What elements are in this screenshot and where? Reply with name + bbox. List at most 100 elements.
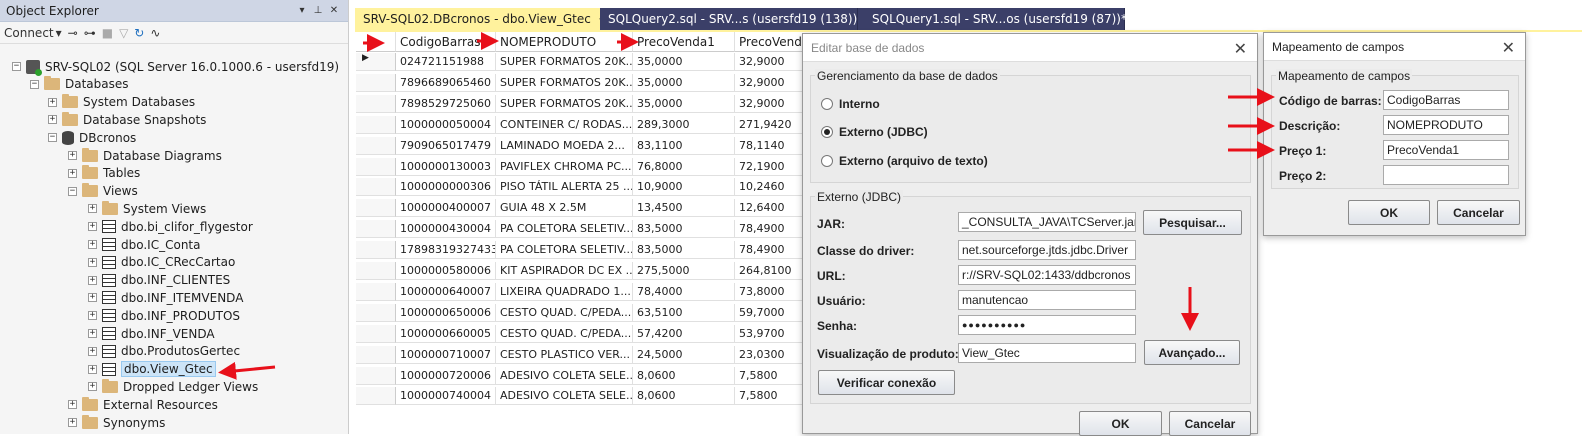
expand-icon[interactable]: +: [68, 151, 77, 160]
table-cell[interactable]: 59,7000: [735, 304, 808, 322]
row-header[interactable]: [356, 387, 396, 406]
tree-node[interactable]: + dbo.INF_CLIENTES: [88, 272, 230, 289]
tree-node[interactable]: + dbo.View_Gtec: [88, 361, 216, 378]
table-cell[interactable]: 78,4900: [735, 241, 808, 260]
column-header-precovenda2[interactable]: PrecoVenda2: [735, 32, 808, 52]
table-cell[interactable]: PAVIFLEX CHROMA PC...: [496, 157, 633, 176]
column-header-codigobarras[interactable]: CodigoBarras: [396, 32, 496, 52]
cancelar-button[interactable]: Cancelar: [1169, 411, 1251, 436]
table-cell[interactable]: 83,5000: [633, 220, 735, 239]
table-cell[interactable]: 1000000130003: [396, 157, 496, 176]
table-row[interactable]: 1000000000306 PISO TÁTIL ALERTA 25 ... 10,…: [356, 178, 808, 197]
table-cell[interactable]: 1000000720006: [396, 366, 496, 385]
tree-node[interactable]: + Synonyms: [68, 414, 165, 431]
table-row[interactable]: 7898529725060 SUPER FORMATOS 20K... 35,000…: [356, 94, 808, 113]
row-header[interactable]: [356, 94, 396, 113]
preco1-input[interactable]: PrecoVenda1: [1383, 140, 1509, 160]
tab-sqlquery1[interactable]: SQLQuery1.sql - SRV...os (usersfd19 (87)…: [858, 8, 1127, 30]
table-row[interactable]: ▶ 024721151988 SUPER FORMATOS 20K... 35,000…: [356, 53, 808, 71]
table-cell[interactable]: SUPER FORMATOS 20K...: [496, 53, 633, 71]
expand-icon[interactable]: +: [88, 275, 97, 285]
view-input[interactable]: View_Gtec: [958, 343, 1136, 363]
row-header[interactable]: [356, 345, 396, 364]
table-cell[interactable]: 83,1100: [633, 136, 735, 155]
expand-icon[interactable]: +: [88, 382, 97, 392]
expand-icon[interactable]: +: [68, 418, 77, 427]
table-cell[interactable]: 13,4500: [633, 199, 735, 218]
table-cell[interactable]: PA COLETORA SELETIV...: [496, 241, 633, 260]
table-cell[interactable]: 264,8100: [735, 262, 808, 280]
table-row[interactable]: 7896689065460 SUPER FORMATOS 20K... 35,000…: [356, 73, 808, 92]
tree-node[interactable]: + dbo.INF_VENDA: [88, 325, 215, 342]
table-row[interactable]: 1000000650006 CESTO QUAD. C/PEDA... 63,510…: [356, 303, 808, 322]
table-cell[interactable]: KIT ASPIRADOR DC EX ...: [496, 262, 633, 280]
expand-icon[interactable]: +: [88, 204, 97, 214]
ok-button[interactable]: OK: [1079, 411, 1162, 436]
descricao-input[interactable]: NOMEPRODUTO: [1383, 115, 1509, 135]
table-cell[interactable]: SUPER FORMATOS 20K...: [496, 73, 633, 92]
table-cell[interactable]: 32,9000: [735, 95, 808, 113]
table-cell[interactable]: LAMINADO MOEDA 2...: [496, 136, 633, 155]
table-cell[interactable]: 1000000400007: [396, 199, 496, 218]
table-cell[interactable]: 78,1140: [735, 137, 808, 155]
table-cell[interactable]: 1000000640007: [396, 282, 496, 301]
jar-input[interactable]: _CONSULTA_JAVA\TCServer.jar: [958, 212, 1136, 232]
table-cell[interactable]: 23,0300: [735, 346, 808, 364]
cancelar-button[interactable]: Cancelar: [1437, 200, 1520, 225]
table-cell[interactable]: 12,6400: [735, 199, 808, 218]
table-cell[interactable]: LIXEIRA QUADRADO 1...: [496, 282, 633, 301]
table-cell[interactable]: 1000000430004: [396, 220, 496, 239]
collapse-icon[interactable]: −: [68, 186, 77, 196]
table-cell[interactable]: GUIA 48 X 2.5M: [496, 199, 633, 218]
table-cell[interactable]: PISO TÁTIL ALERTA 25 ...: [496, 178, 633, 197]
table-cell[interactable]: 83,5000: [633, 241, 735, 260]
dropdown-icon[interactable]: ▾: [294, 5, 310, 16]
tree-node[interactable]: + dbo.IC_CRecCartao: [88, 254, 235, 271]
collapse-icon[interactable]: −: [48, 133, 57, 143]
expand-icon[interactable]: +: [68, 168, 77, 178]
table-cell[interactable]: 53,9700: [735, 325, 808, 343]
table-cell[interactable]: 1000000050004: [396, 115, 496, 134]
avancado-button[interactable]: Avançado...: [1144, 340, 1240, 365]
table-row[interactable]: 1000000710007 CESTO PLASTICO VER... 24,500…: [356, 345, 808, 364]
row-header[interactable]: [356, 241, 396, 260]
usuario-input[interactable]: manutencao: [958, 290, 1136, 310]
table-row[interactable]: 1000000640007 LIXEIRA QUADRADO 1... 78,400…: [356, 282, 808, 301]
expand-icon[interactable]: +: [48, 97, 57, 107]
table-cell[interactable]: 10,9000: [633, 178, 735, 197]
codigo-input[interactable]: CodigoBarras: [1383, 90, 1509, 110]
stop-icon[interactable]: ■: [102, 26, 113, 40]
table-cell[interactable]: 24,5000: [633, 345, 735, 364]
table-cell[interactable]: PA COLETORA SELETIV...: [496, 220, 633, 239]
pesquisar-button[interactable]: Pesquisar...: [1143, 210, 1242, 235]
table-row[interactable]: 1000000720006 ADESIVO COLETA SELE... 8,060…: [356, 366, 808, 385]
table-cell[interactable]: CESTO QUAD. C/PEDA...: [496, 303, 633, 322]
connect-plug-icon[interactable]: ⊸: [68, 26, 78, 40]
expand-icon[interactable]: +: [88, 329, 97, 338]
expand-icon[interactable]: +: [48, 115, 57, 125]
row-header[interactable]: [356, 303, 396, 322]
expand-icon[interactable]: +: [68, 400, 77, 410]
expand-icon[interactable]: +: [88, 293, 97, 303]
ok-button[interactable]: OK: [1348, 200, 1430, 225]
table-cell[interactable]: 8,0600: [633, 387, 735, 406]
collapse-icon[interactable]: −: [30, 79, 39, 89]
table-cell[interactable]: ADESIVO COLETA SELE...: [496, 387, 633, 406]
table-cell[interactable]: 32,9000: [735, 53, 808, 71]
table-cell[interactable]: 32,9000: [735, 74, 808, 92]
refresh-icon[interactable]: ↻: [134, 26, 144, 40]
table-row[interactable]: 1000000130003 PAVIFLEX CHROMA PC... 76,800…: [356, 157, 808, 176]
table-cell[interactable]: 1000000660005: [396, 324, 496, 343]
expand-icon[interactable]: +: [88, 240, 97, 249]
table-cell[interactable]: SUPER FORMATOS 20K...: [496, 94, 633, 113]
activity-monitor-icon[interactable]: ∿: [150, 26, 160, 40]
close-icon[interactable]: ✕: [326, 5, 342, 16]
row-header[interactable]: [356, 199, 396, 218]
table-cell[interactable]: 7898529725060: [396, 94, 496, 113]
tab-view-gtec[interactable]: SRV-SQL02.DBcronos - dbo.View_Gtec ⊸ ✕: [355, 8, 622, 30]
table-cell[interactable]: 7,5800: [735, 367, 808, 385]
table-cell[interactable]: 7,5800: [735, 387, 808, 406]
tab-sqlquery2[interactable]: SQLQuery2.sql - SRV...s (usersfd19 (138)…: [600, 8, 858, 30]
table-cell[interactable]: 275,5000: [633, 262, 735, 280]
tree-node[interactable]: + System Databases: [48, 94, 195, 111]
